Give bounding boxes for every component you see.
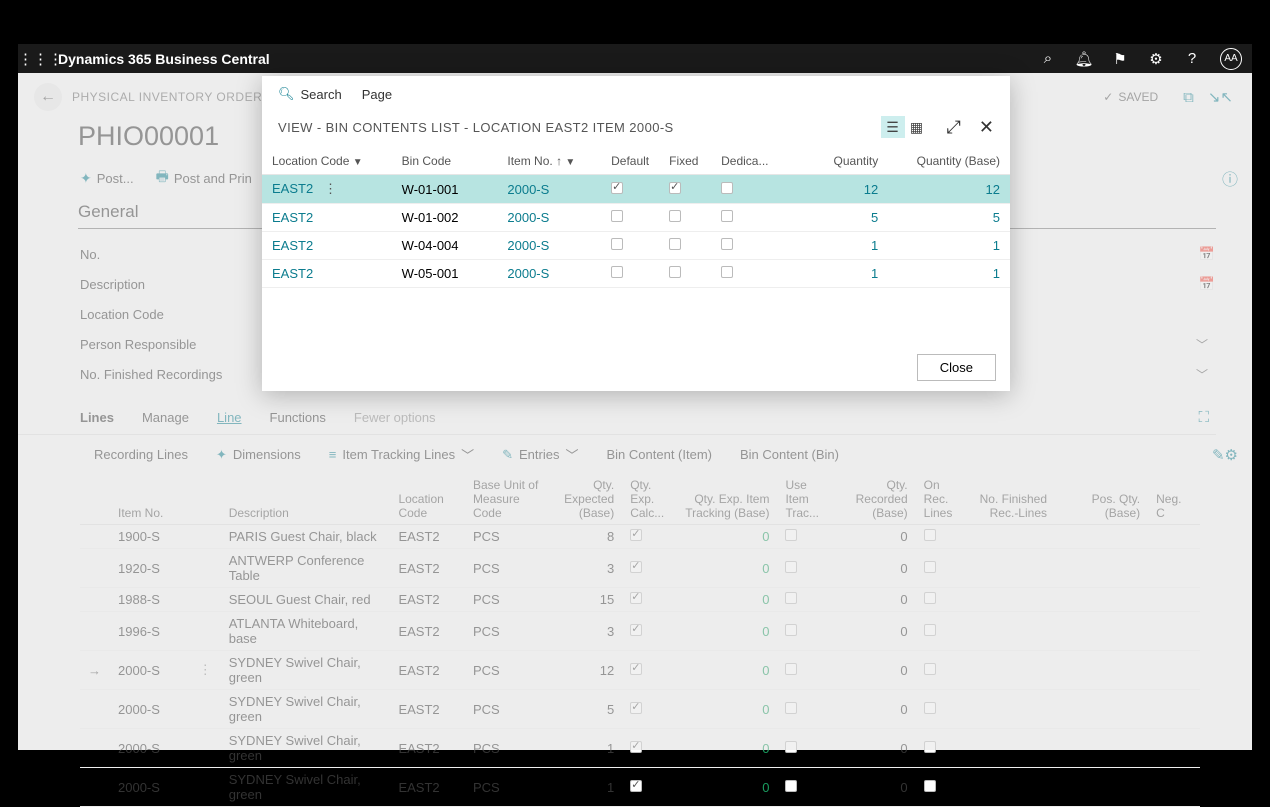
mcol-default[interactable]: Default: [601, 148, 659, 175]
expand-icon[interactable]: ⤢: [947, 117, 961, 138]
bin-contents-table: Location Code ▼ Bin Code Item No. ↑ ▼ De…: [262, 148, 1010, 288]
notifications-icon[interactable]: 🔔︎: [1066, 50, 1102, 68]
mcol-item[interactable]: Item No. ↑ ▼: [497, 148, 601, 175]
table-row[interactable]: 2000-SSYDNEY Swivel Chair, greenEAST2PCS…: [80, 768, 1200, 807]
modal-search-button[interactable]: 🔍︎Search: [278, 86, 342, 102]
help-icon[interactable]: ?: [1174, 50, 1210, 67]
table-row[interactable]: EAST2 ⋮W-01-0012000-S1212: [262, 175, 1010, 204]
user-avatar[interactable]: AA: [1220, 48, 1242, 70]
brand-title: Dynamics 365 Business Central: [58, 51, 270, 67]
flag-icon[interactable]: ⚑: [1102, 50, 1138, 68]
list-view-icon[interactable]: ☰: [881, 116, 905, 138]
mcol-location[interactable]: Location Code ▼: [262, 148, 392, 175]
modal-title: VIEW - BIN CONTENTS LIST - LOCATION EAST…: [278, 120, 674, 135]
mcol-dedicated[interactable]: Dedica...: [711, 148, 778, 175]
mcol-bin[interactable]: Bin Code: [392, 148, 498, 175]
mcol-fixed[interactable]: Fixed: [659, 148, 711, 175]
table-row[interactable]: EAST2W-05-0012000-S11: [262, 260, 1010, 288]
table-row[interactable]: EAST2W-01-0022000-S55: [262, 204, 1010, 232]
table-row[interactable]: EAST2W-04-0042000-S11: [262, 232, 1010, 260]
bin-contents-modal: 🔍︎Search Page VIEW - BIN CONTENTS LIST -…: [262, 76, 1010, 391]
mcol-qty[interactable]: Quantity: [778, 148, 888, 175]
search-icon[interactable]: ⌕: [1030, 50, 1066, 67]
close-icon[interactable]: ✕: [979, 117, 994, 138]
settings-icon[interactable]: ⚙: [1138, 50, 1174, 68]
tile-view-icon[interactable]: ▦: [905, 116, 929, 138]
mcol-qty-base[interactable]: Quantity (Base): [888, 148, 1010, 175]
app-launcher-icon[interactable]: ⋮⋮⋮: [18, 50, 58, 68]
close-button[interactable]: Close: [917, 354, 996, 381]
top-navbar: ⋮⋮⋮ Dynamics 365 Business Central ⌕ 🔔︎ ⚑…: [18, 44, 1252, 73]
modal-page-button[interactable]: Page: [362, 87, 392, 102]
